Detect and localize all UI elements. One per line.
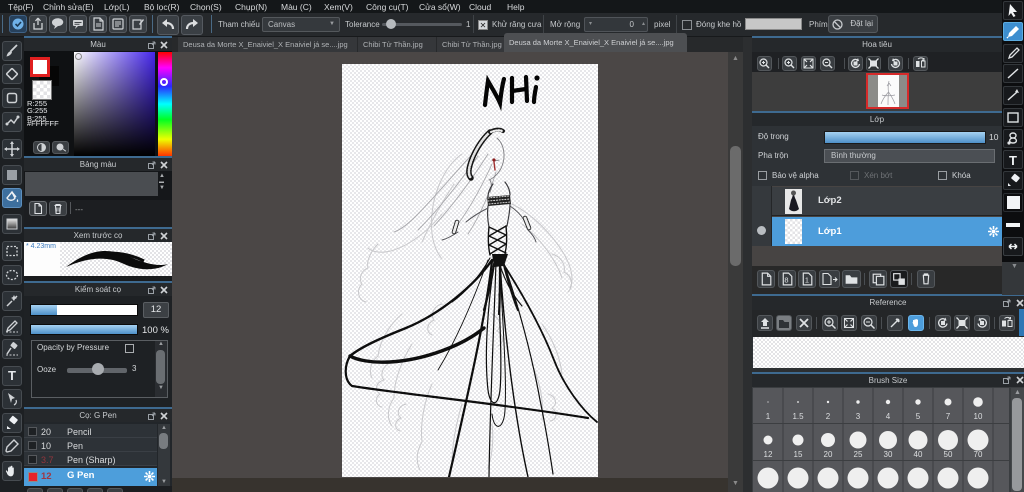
svg-text:70: 70	[974, 450, 983, 459]
svg-text:4: 4	[886, 412, 891, 421]
svg-text:1.5: 1.5	[792, 412, 804, 421]
svg-text:2: 2	[826, 412, 831, 421]
svg-text:30: 30	[884, 450, 893, 459]
svg-text:25: 25	[854, 450, 863, 459]
svg-text:1: 1	[766, 412, 771, 421]
svg-text:40: 40	[914, 450, 923, 459]
svg-text:50: 50	[944, 450, 953, 459]
svg-text:8: 8	[784, 276, 788, 285]
svg-text:5: 5	[916, 412, 921, 421]
svg-text:1: 1	[805, 276, 809, 285]
svg-text:7: 7	[946, 412, 951, 421]
svg-text:10: 10	[974, 412, 983, 421]
svg-text:15: 15	[794, 450, 803, 459]
svg-text:12: 12	[764, 450, 773, 459]
svg-text:3: 3	[856, 412, 861, 421]
svg-text:20: 20	[824, 450, 833, 459]
